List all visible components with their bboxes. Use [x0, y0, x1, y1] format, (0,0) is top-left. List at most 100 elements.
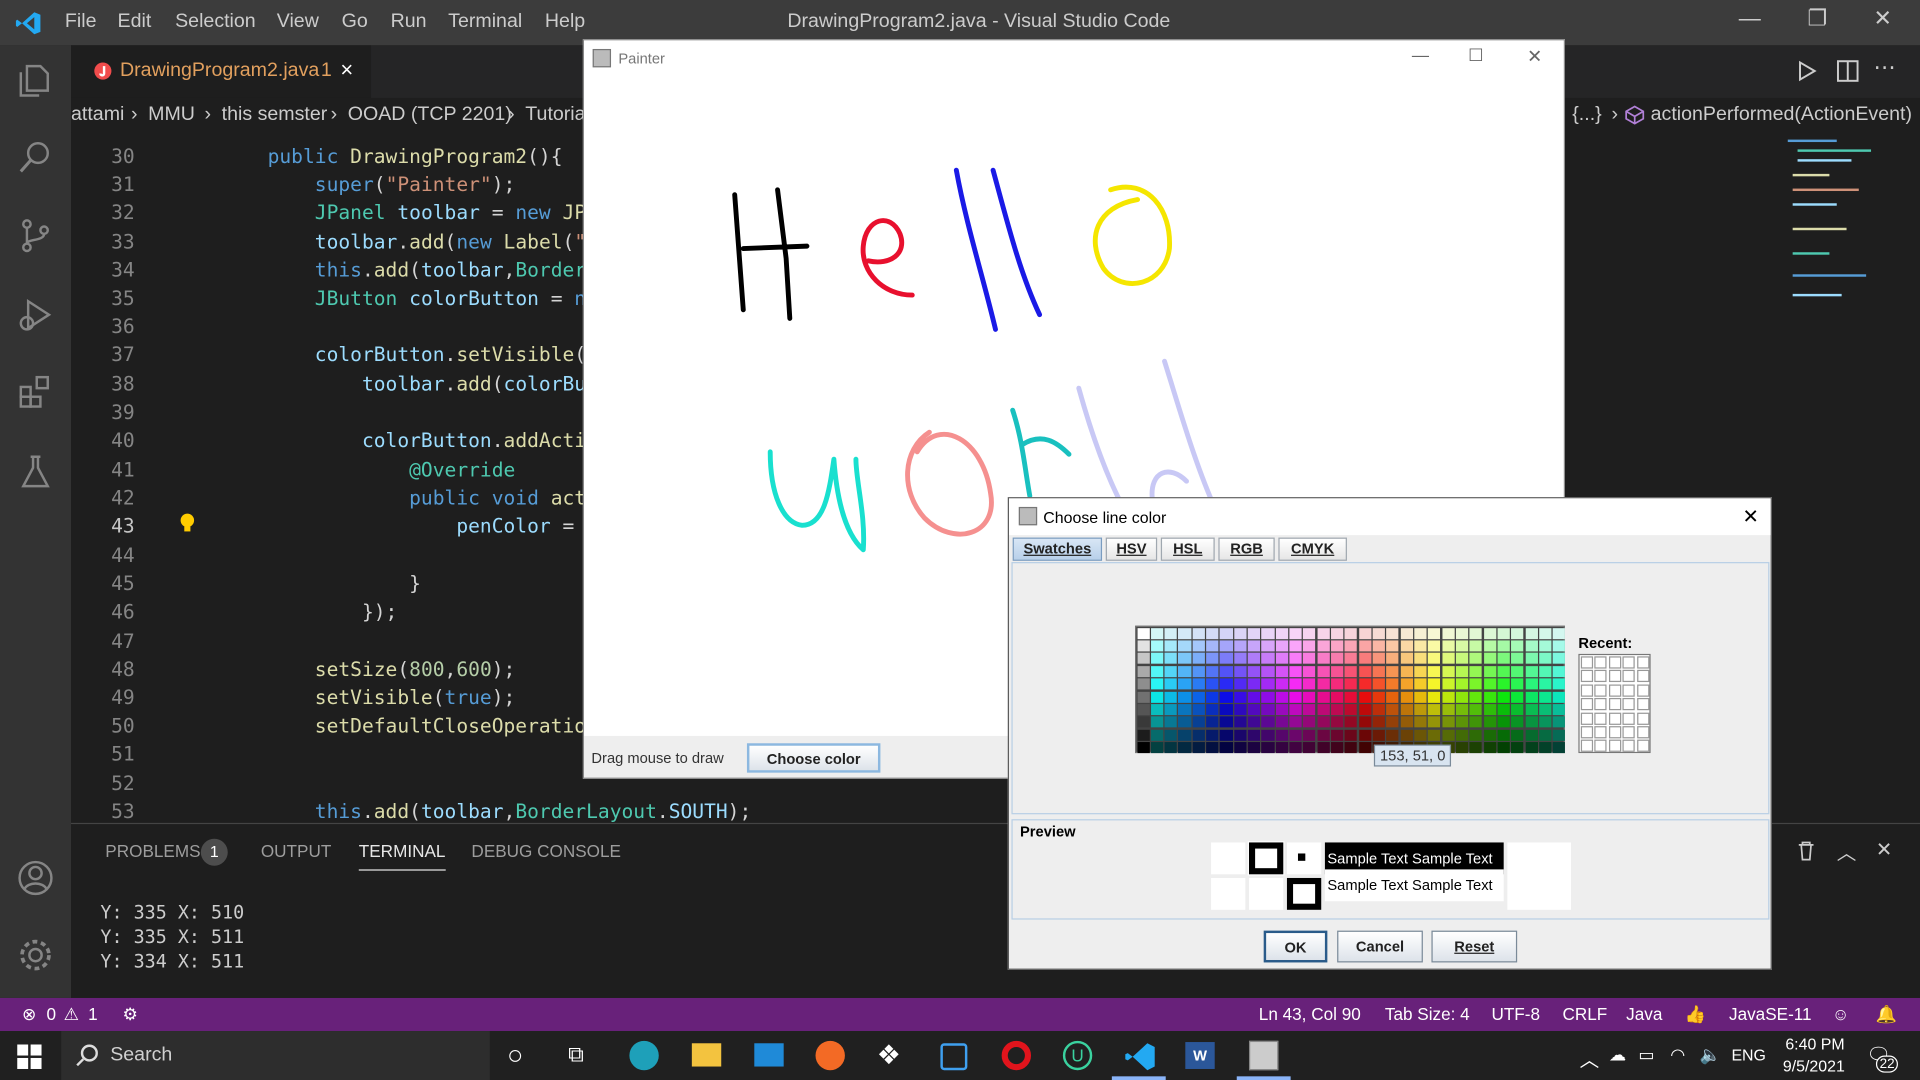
color-swatch[interactable]: [1233, 678, 1247, 690]
color-swatch[interactable]: [1150, 678, 1164, 690]
java-app-icon[interactable]: [1248, 1040, 1279, 1071]
color-swatch[interactable]: [1275, 691, 1288, 703]
breadcrumb-item[interactable]: {...}: [1572, 104, 1601, 126]
color-swatch[interactable]: [1469, 742, 1483, 754]
menu-help[interactable]: Help: [545, 11, 585, 33]
color-swatch[interactable]: [1164, 703, 1178, 716]
color-swatch[interactable]: [1317, 729, 1330, 741]
recent-color-swatch[interactable]: [1608, 712, 1621, 725]
tab-rgb[interactable]: RGB: [1218, 537, 1275, 561]
recent-color-swatch[interactable]: [1580, 684, 1594, 697]
tab-hsv[interactable]: HSV: [1105, 537, 1158, 561]
color-swatch[interactable]: [1136, 729, 1150, 741]
color-swatch[interactable]: [1483, 678, 1496, 690]
tab-output[interactable]: OUTPUT: [261, 841, 331, 861]
color-swatch[interactable]: [1552, 627, 1566, 639]
color-swatch[interactable]: [1552, 653, 1566, 665]
color-swatch[interactable]: [1455, 703, 1469, 716]
warning-count[interactable]: 1: [88, 1004, 98, 1024]
color-swatch[interactable]: [1247, 640, 1261, 652]
color-swatch[interactable]: [1178, 678, 1191, 690]
color-swatch[interactable]: [1483, 742, 1496, 754]
run-debug-icon[interactable]: [17, 296, 54, 333]
color-swatch[interactable]: [1331, 678, 1344, 690]
color-swatch[interactable]: [1539, 640, 1552, 652]
recent-color-swatch[interactable]: [1636, 726, 1649, 739]
recent-color-swatch[interactable]: [1580, 712, 1594, 725]
color-swatch[interactable]: [1386, 640, 1399, 652]
color-swatch[interactable]: [1150, 627, 1164, 639]
color-swatch[interactable]: [1289, 742, 1302, 754]
breadcrumb-item[interactable]: attami: [71, 104, 124, 126]
recent-color-swatch[interactable]: [1622, 712, 1635, 725]
color-swatch[interactable]: [1511, 640, 1524, 652]
color-swatch[interactable]: [1511, 716, 1524, 728]
color-swatch[interactable]: [1289, 665, 1302, 677]
color-swatch[interactable]: [1247, 742, 1261, 754]
menu-selection[interactable]: Selection: [175, 11, 256, 33]
color-swatch[interactable]: [1552, 716, 1566, 728]
color-swatch[interactable]: [1525, 703, 1538, 716]
breadcrumb-item[interactable]: OOAD (TCP 2201): [348, 104, 512, 126]
color-swatch[interactable]: [1275, 627, 1288, 639]
tab-terminal[interactable]: TERMINAL: [358, 841, 446, 871]
color-swatch[interactable]: [1261, 653, 1275, 665]
tab-hsl[interactable]: HSL: [1160, 537, 1215, 561]
color-swatch[interactable]: [1331, 653, 1344, 665]
search-icon[interactable]: [17, 138, 54, 175]
color-swatch[interactable]: [1136, 678, 1150, 690]
color-swatch[interactable]: [1344, 640, 1358, 652]
color-swatch[interactable]: [1400, 640, 1413, 652]
color-swatch[interactable]: [1372, 691, 1386, 703]
color-swatch[interactable]: [1441, 640, 1455, 652]
color-swatch[interactable]: [1539, 729, 1552, 741]
color-swatch[interactable]: [1289, 703, 1302, 716]
choose-color-button[interactable]: Choose color: [746, 743, 881, 773]
color-swatch[interactable]: [1469, 665, 1483, 677]
color-swatch[interactable]: [1136, 665, 1150, 677]
tab-drawingprogram2[interactable]: DrawingProgram2.java 1 ×: [71, 45, 372, 98]
color-swatch[interactable]: [1483, 627, 1496, 639]
bell-icon[interactable]: 🔔: [1876, 1004, 1897, 1025]
color-swatch[interactable]: [1497, 665, 1510, 677]
volume-icon[interactable]: 🔈: [1700, 1044, 1721, 1065]
firefox-icon[interactable]: [815, 1040, 845, 1071]
color-swatch[interactable]: [1511, 678, 1524, 690]
more-actions-icon[interactable]: ⋯: [1873, 55, 1895, 81]
color-swatch[interactable]: [1164, 653, 1178, 665]
color-swatch[interactable]: [1220, 665, 1233, 677]
color-swatch[interactable]: [1386, 678, 1399, 690]
color-swatch[interactable]: [1358, 716, 1372, 728]
recent-color-swatch[interactable]: [1608, 670, 1621, 683]
recent-color-swatch[interactable]: [1594, 712, 1608, 725]
color-swatch[interactable]: [1206, 703, 1219, 716]
color-swatch[interactable]: [1303, 716, 1316, 728]
minimize-icon[interactable]: —: [1739, 6, 1761, 32]
color-swatch[interactable]: [1400, 653, 1413, 665]
ok-button[interactable]: OK: [1263, 930, 1328, 963]
color-swatch[interactable]: [1483, 703, 1496, 716]
color-swatch[interactable]: [1358, 691, 1372, 703]
dropbox-icon[interactable]: ❖: [877, 1040, 901, 1072]
tab-swatches[interactable]: Swatches: [1012, 537, 1103, 561]
color-swatch[interactable]: [1400, 703, 1413, 716]
color-swatch[interactable]: [1192, 678, 1205, 690]
color-swatch[interactable]: [1150, 691, 1164, 703]
word-icon[interactable]: W: [1185, 1042, 1215, 1069]
color-swatch[interactable]: [1539, 627, 1552, 639]
dialog-titlebar[interactable]: Choose line color ✕: [1008, 498, 1771, 536]
color-swatch[interactable]: [1220, 678, 1233, 690]
painter-titlebar[interactable]: Painter — ☐ ✕: [584, 40, 1564, 78]
color-swatch[interactable]: [1150, 665, 1164, 677]
color-swatch[interactable]: [1372, 716, 1386, 728]
color-swatch[interactable]: [1525, 716, 1538, 728]
color-swatch[interactable]: [1386, 627, 1399, 639]
recent-color-swatch[interactable]: [1636, 670, 1649, 683]
color-swatch[interactable]: [1483, 653, 1496, 665]
color-swatch[interactable]: [1317, 665, 1330, 677]
color-swatch[interactable]: [1539, 665, 1552, 677]
color-swatch[interactable]: [1441, 703, 1455, 716]
color-swatch[interactable]: [1220, 703, 1233, 716]
color-swatch[interactable]: [1428, 653, 1441, 665]
color-swatch[interactable]: [1525, 653, 1538, 665]
